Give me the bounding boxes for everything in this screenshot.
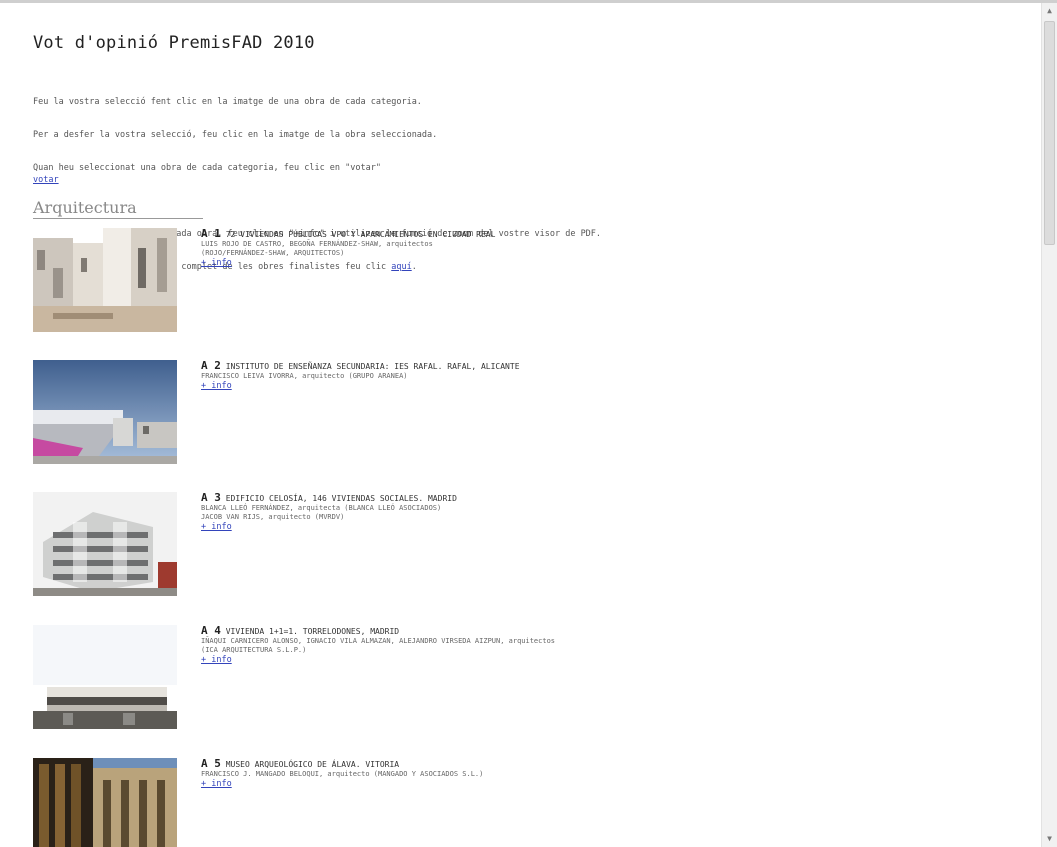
entry-image-a5[interactable] — [33, 758, 177, 847]
entry-code: A 4 — [201, 624, 221, 637]
entry-a1: A 1 72 VIVIENDAS PÚBLICAS VPO Y APARCAMI… — [33, 228, 793, 334]
entry-code: A 5 — [201, 757, 221, 770]
info-link-a2[interactable]: + info — [201, 381, 232, 391]
entry-authors: FRANCISCO J. MANGADO BELOQUI, arquitecto… — [201, 770, 484, 778]
entry-image-a4[interactable] — [33, 625, 177, 729]
entry-text-a4: A 4 VIVIENDA 1+1=1. TORRELODONES, MADRID… — [201, 625, 801, 666]
entry-image-a1[interactable] — [33, 228, 177, 332]
entry-text-a1: A 1 72 VIVIENDAS PÚBLICAS VPO Y APARCAMI… — [201, 228, 801, 269]
info-link-a5[interactable]: + info — [201, 779, 232, 789]
entry-authors: (ICA ARQUITECTURA S.L.P.) — [201, 646, 307, 654]
entry-text-a2: A 2 INSTITUTO DE ENSEÑANZA SECUNDARIA: I… — [201, 360, 801, 392]
entry-authors: LUIS ROJO DE CASTRO, BEGOÑA FERNÁNDEZ-SH… — [201, 240, 433, 248]
entry-authors: (ROJO/FERNÁNDEZ-SHAW, ARQUITECTOS) — [201, 249, 345, 257]
entry-title-text: EDIFICIO CELOSÍA, 146 VIVIENDAS SOCIALES… — [225, 494, 457, 503]
entry-title-a3: A 3 EDIFICIO CELOSÍA, 146 VIVIENDAS SOCI… — [201, 492, 801, 504]
entry-title-text: INSTITUTO DE ENSEÑANZA SECUNDARIA: IES R… — [225, 362, 520, 371]
info-link-a1[interactable]: + info — [201, 258, 232, 268]
entry-title-a4: A 4 VIVIENDA 1+1=1. TORRELODONES, MADRID — [201, 625, 801, 637]
intro-line: Quan heu seleccionat una obra de cada ca… — [33, 163, 381, 173]
page-title: Vot d'opinió PremisFAD 2010 — [33, 33, 315, 53]
scroll-down-arrow-icon[interactable]: ▼ — [1042, 831, 1057, 847]
entry-authors: JACOB VAN RIJS, arquitecto (MVRDV) — [201, 513, 345, 521]
info-link-a4[interactable]: + info — [201, 655, 232, 665]
intro-line: Per a desfer la vostra selecció, feu cli… — [33, 130, 438, 140]
entry-title-text: VIVIENDA 1+1=1. TORRELODONES, MADRID — [225, 627, 400, 636]
section-title-arquitectura: Arquitectura — [33, 198, 203, 219]
entry-text-a5: A 5 MUSEO ARQUEOLÓGICO DE ÁLAVA. VITORIA… — [201, 758, 801, 790]
entry-image-a2[interactable] — [33, 360, 177, 464]
entry-title-text: 72 VIVIENDAS PÚBLICAS VPO Y APARCAMIENTO… — [225, 230, 496, 239]
vote-link[interactable]: votar — [33, 175, 59, 185]
entry-a3: A 3 EDIFICIO CELOSÍA, 146 VIVIENDAS SOCI… — [33, 492, 793, 598]
entry-title-a2: A 2 INSTITUTO DE ENSEÑANZA SECUNDARIA: I… — [201, 360, 801, 372]
entry-authors: FRANCISCO LEIVA IVORRA, arquitecto (GRUP… — [201, 372, 408, 380]
entry-title-a5: A 5 MUSEO ARQUEOLÓGICO DE ÁLAVA. VITORIA — [201, 758, 801, 770]
scroll-thumb[interactable] — [1044, 21, 1055, 245]
entry-title-text: MUSEO ARQUEOLÓGICO DE ÁLAVA. VITORIA — [225, 760, 400, 769]
vertical-scrollbar[interactable]: ▲ ▼ — [1041, 3, 1057, 847]
entry-text-a3: A 3 EDIFICIO CELOSÍA, 146 VIVIENDAS SOCI… — [201, 492, 801, 533]
entry-authors: BLANCA LLEÓ FERNÁNDEZ, arquitecta (BLANC… — [201, 504, 442, 512]
entry-code: A 3 — [201, 491, 221, 504]
entry-authors: IÑAQUI CARNICERO ALONSO, IGNACIO VILA AL… — [201, 637, 556, 645]
info-link-a3[interactable]: + info — [201, 522, 232, 532]
page-content: Vot d'opinió PremisFAD 2010 Feu la vostr… — [0, 3, 1041, 847]
entry-title-a1: A 1 72 VIVIENDAS PÚBLICAS VPO Y APARCAMI… — [201, 228, 801, 240]
entry-image-a3[interactable] — [33, 492, 177, 596]
entry-a4: A 4 VIVIENDA 1+1=1. TORRELODONES, MADRID… — [33, 625, 793, 731]
entry-code: A 1 — [201, 227, 221, 240]
intro-line: Feu la vostra selecció fent clic en la i… — [33, 97, 422, 107]
scroll-up-arrow-icon[interactable]: ▲ — [1042, 3, 1057, 19]
entry-code: A 2 — [201, 359, 221, 372]
entry-a5: A 5 MUSEO ARQUEOLÓGICO DE ÁLAVA. VITORIA… — [33, 758, 793, 847]
entry-a2: A 2 INSTITUTO DE ENSEÑANZA SECUNDARIA: I… — [33, 360, 793, 466]
